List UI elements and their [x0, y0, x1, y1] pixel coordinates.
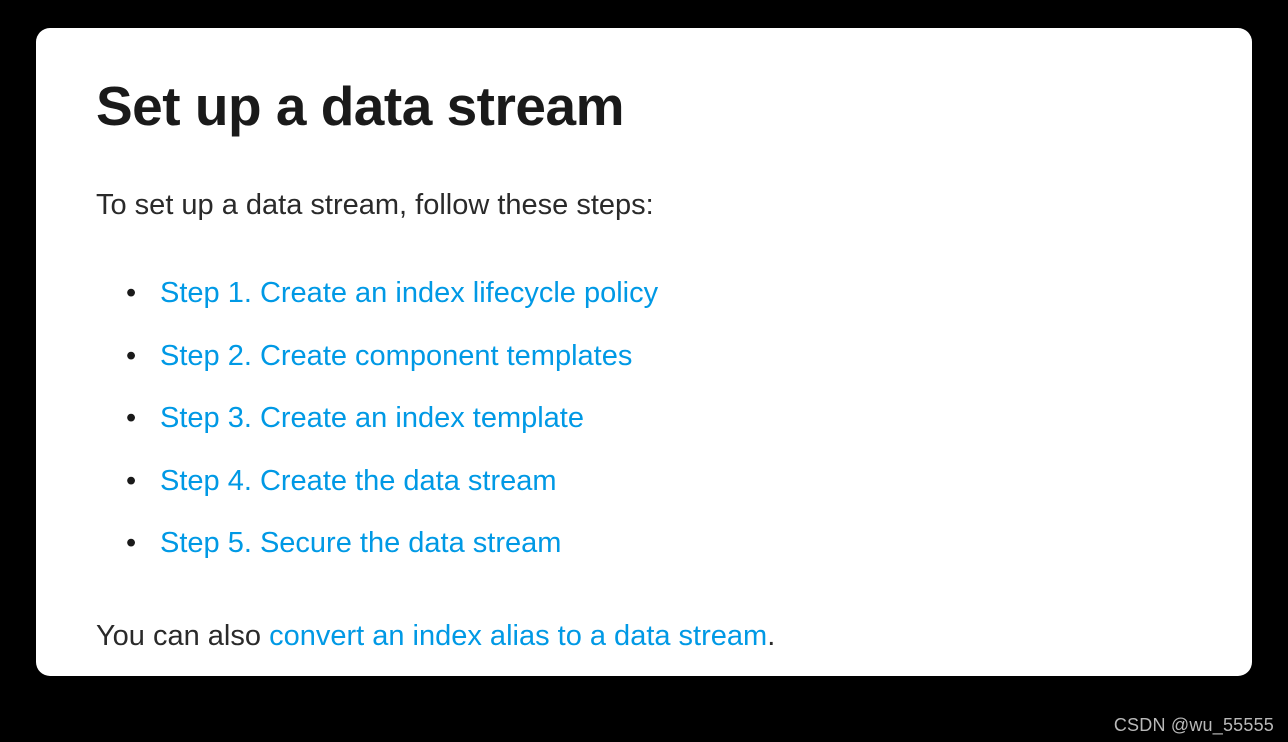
- step-link-4[interactable]: Step 4. Create the data stream: [160, 465, 557, 497]
- list-item: Step 4. Create the data stream: [160, 461, 1192, 502]
- list-item: Step 5. Secure the data stream: [160, 523, 1192, 564]
- footer-paragraph: You can also convert an index alias to a…: [96, 616, 1192, 657]
- list-item: Step 3. Create an index template: [160, 398, 1192, 439]
- step-link-1[interactable]: Step 1. Create an index lifecycle policy: [160, 277, 658, 309]
- footer-prefix: You can also: [96, 620, 269, 652]
- watermark-text: CSDN @wu_55555: [1114, 715, 1274, 736]
- page-title: Set up a data stream: [96, 76, 1192, 137]
- content-card: Set up a data stream To set up a data st…: [36, 28, 1252, 676]
- step-link-3[interactable]: Step 3. Create an index template: [160, 402, 584, 434]
- step-link-5[interactable]: Step 5. Secure the data stream: [160, 527, 561, 559]
- step-link-2[interactable]: Step 2. Create component templates: [160, 340, 632, 372]
- list-item: Step 2. Create component templates: [160, 336, 1192, 377]
- footer-suffix: .: [767, 620, 775, 652]
- steps-list: Step 1. Create an index lifecycle policy…: [96, 273, 1192, 564]
- list-item: Step 1. Create an index lifecycle policy: [160, 273, 1192, 314]
- convert-alias-link[interactable]: convert an index alias to a data stream: [269, 620, 767, 652]
- intro-text: To set up a data stream, follow these st…: [96, 185, 1192, 226]
